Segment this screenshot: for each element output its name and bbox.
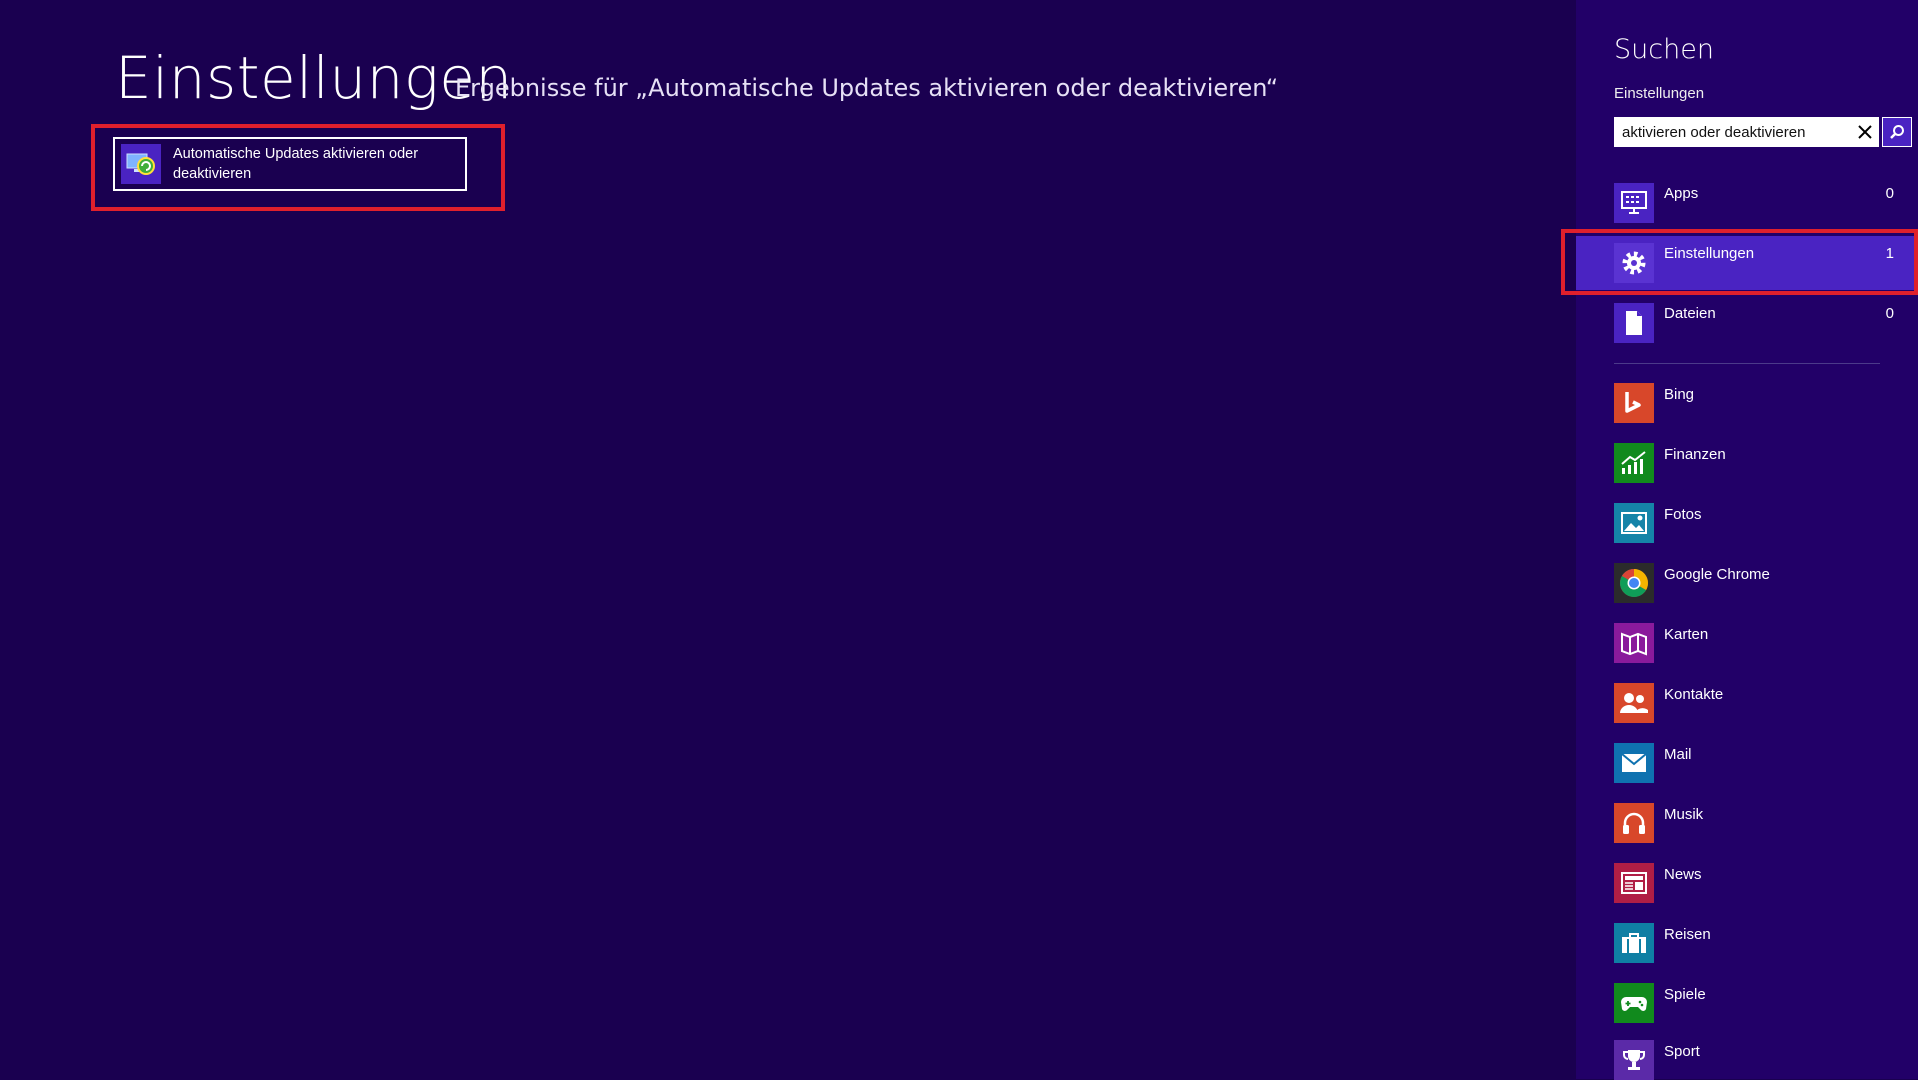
category-apps[interactable]: Apps 0 xyxy=(1614,183,1904,223)
category-count: 0 xyxy=(1885,305,1894,322)
finance-icon xyxy=(1614,443,1654,483)
app-label: Reisen xyxy=(1664,926,1711,943)
travel-icon xyxy=(1614,923,1654,963)
search-icon xyxy=(1890,125,1904,139)
results-area: Einstellungen Ergebnisse für „Automatisc… xyxy=(0,0,1576,1079)
sport-icon xyxy=(1614,1040,1654,1080)
pane-title: Suchen xyxy=(1614,34,1714,65)
maps-icon xyxy=(1614,623,1654,663)
apps-icon xyxy=(1614,183,1654,223)
category-label: Einstellungen xyxy=(1664,245,1755,262)
app-label: Kontakte xyxy=(1664,686,1724,703)
app-spiele[interactable]: Spiele xyxy=(1614,983,1904,1023)
app-label: Bing xyxy=(1664,386,1695,403)
chrome-icon xyxy=(1614,563,1654,603)
app-finanzen[interactable]: Finanzen xyxy=(1614,443,1904,483)
close-icon[interactable] xyxy=(1851,118,1879,146)
music-icon xyxy=(1614,803,1654,843)
mail-icon xyxy=(1614,743,1654,783)
result-tile[interactable]: Automatische Updates aktivieren oder dea… xyxy=(113,137,467,191)
app-label: Musik xyxy=(1664,806,1704,823)
category-count: 0 xyxy=(1885,185,1894,202)
app-bing[interactable]: Bing xyxy=(1614,383,1904,423)
app-fotos[interactable]: Fotos xyxy=(1614,503,1904,543)
app-news[interactable]: News xyxy=(1614,863,1904,903)
app-label: Google Chrome xyxy=(1664,566,1770,583)
category-count: 1 xyxy=(1885,245,1894,262)
app-label: News xyxy=(1664,866,1702,883)
result-label: Automatische Updates aktivieren oder dea… xyxy=(173,146,419,182)
results-label: Ergebnisse für „Automatische Updates akt… xyxy=(455,74,1279,102)
page-title: Einstellungen xyxy=(115,44,513,112)
category-label: Apps xyxy=(1664,185,1699,202)
category-einstellungen[interactable]: Einstellungen 1 xyxy=(1614,243,1904,283)
app-label: Fotos xyxy=(1664,506,1702,523)
contacts-icon xyxy=(1614,683,1654,723)
app-google-chrome[interactable]: Google Chrome xyxy=(1614,563,1904,603)
search-box xyxy=(1614,117,1879,147)
windows-update-icon xyxy=(121,144,161,184)
search-pane: Suchen Einstellungen Apps 0 Einstellunge… xyxy=(1561,0,1918,1080)
app-musik[interactable]: Musik xyxy=(1614,803,1904,843)
app-kontakte[interactable]: Kontakte xyxy=(1614,683,1904,723)
category-label: Dateien xyxy=(1664,305,1716,322)
divider xyxy=(1614,363,1880,364)
search-button[interactable] xyxy=(1882,117,1912,147)
app-mail[interactable]: Mail xyxy=(1614,743,1904,783)
search-scope[interactable]: Einstellungen xyxy=(1614,85,1704,102)
app-label: Spiele xyxy=(1664,986,1706,1003)
app-label: Mail xyxy=(1664,746,1692,763)
search-input[interactable] xyxy=(1614,118,1851,146)
bing-icon xyxy=(1614,383,1654,423)
games-icon xyxy=(1614,983,1654,1023)
file-icon xyxy=(1614,303,1654,343)
app-label: Sport xyxy=(1664,1043,1700,1060)
news-icon xyxy=(1614,863,1654,903)
app-reisen[interactable]: Reisen xyxy=(1614,923,1904,963)
app-label: Karten xyxy=(1664,626,1709,643)
gear-icon xyxy=(1614,243,1654,283)
category-dateien[interactable]: Dateien 0 xyxy=(1614,303,1904,343)
app-label: Finanzen xyxy=(1664,446,1726,463)
photos-icon xyxy=(1614,503,1654,543)
app-karten[interactable]: Karten xyxy=(1614,623,1904,663)
app-sport[interactable]: Sport xyxy=(1614,1040,1904,1080)
